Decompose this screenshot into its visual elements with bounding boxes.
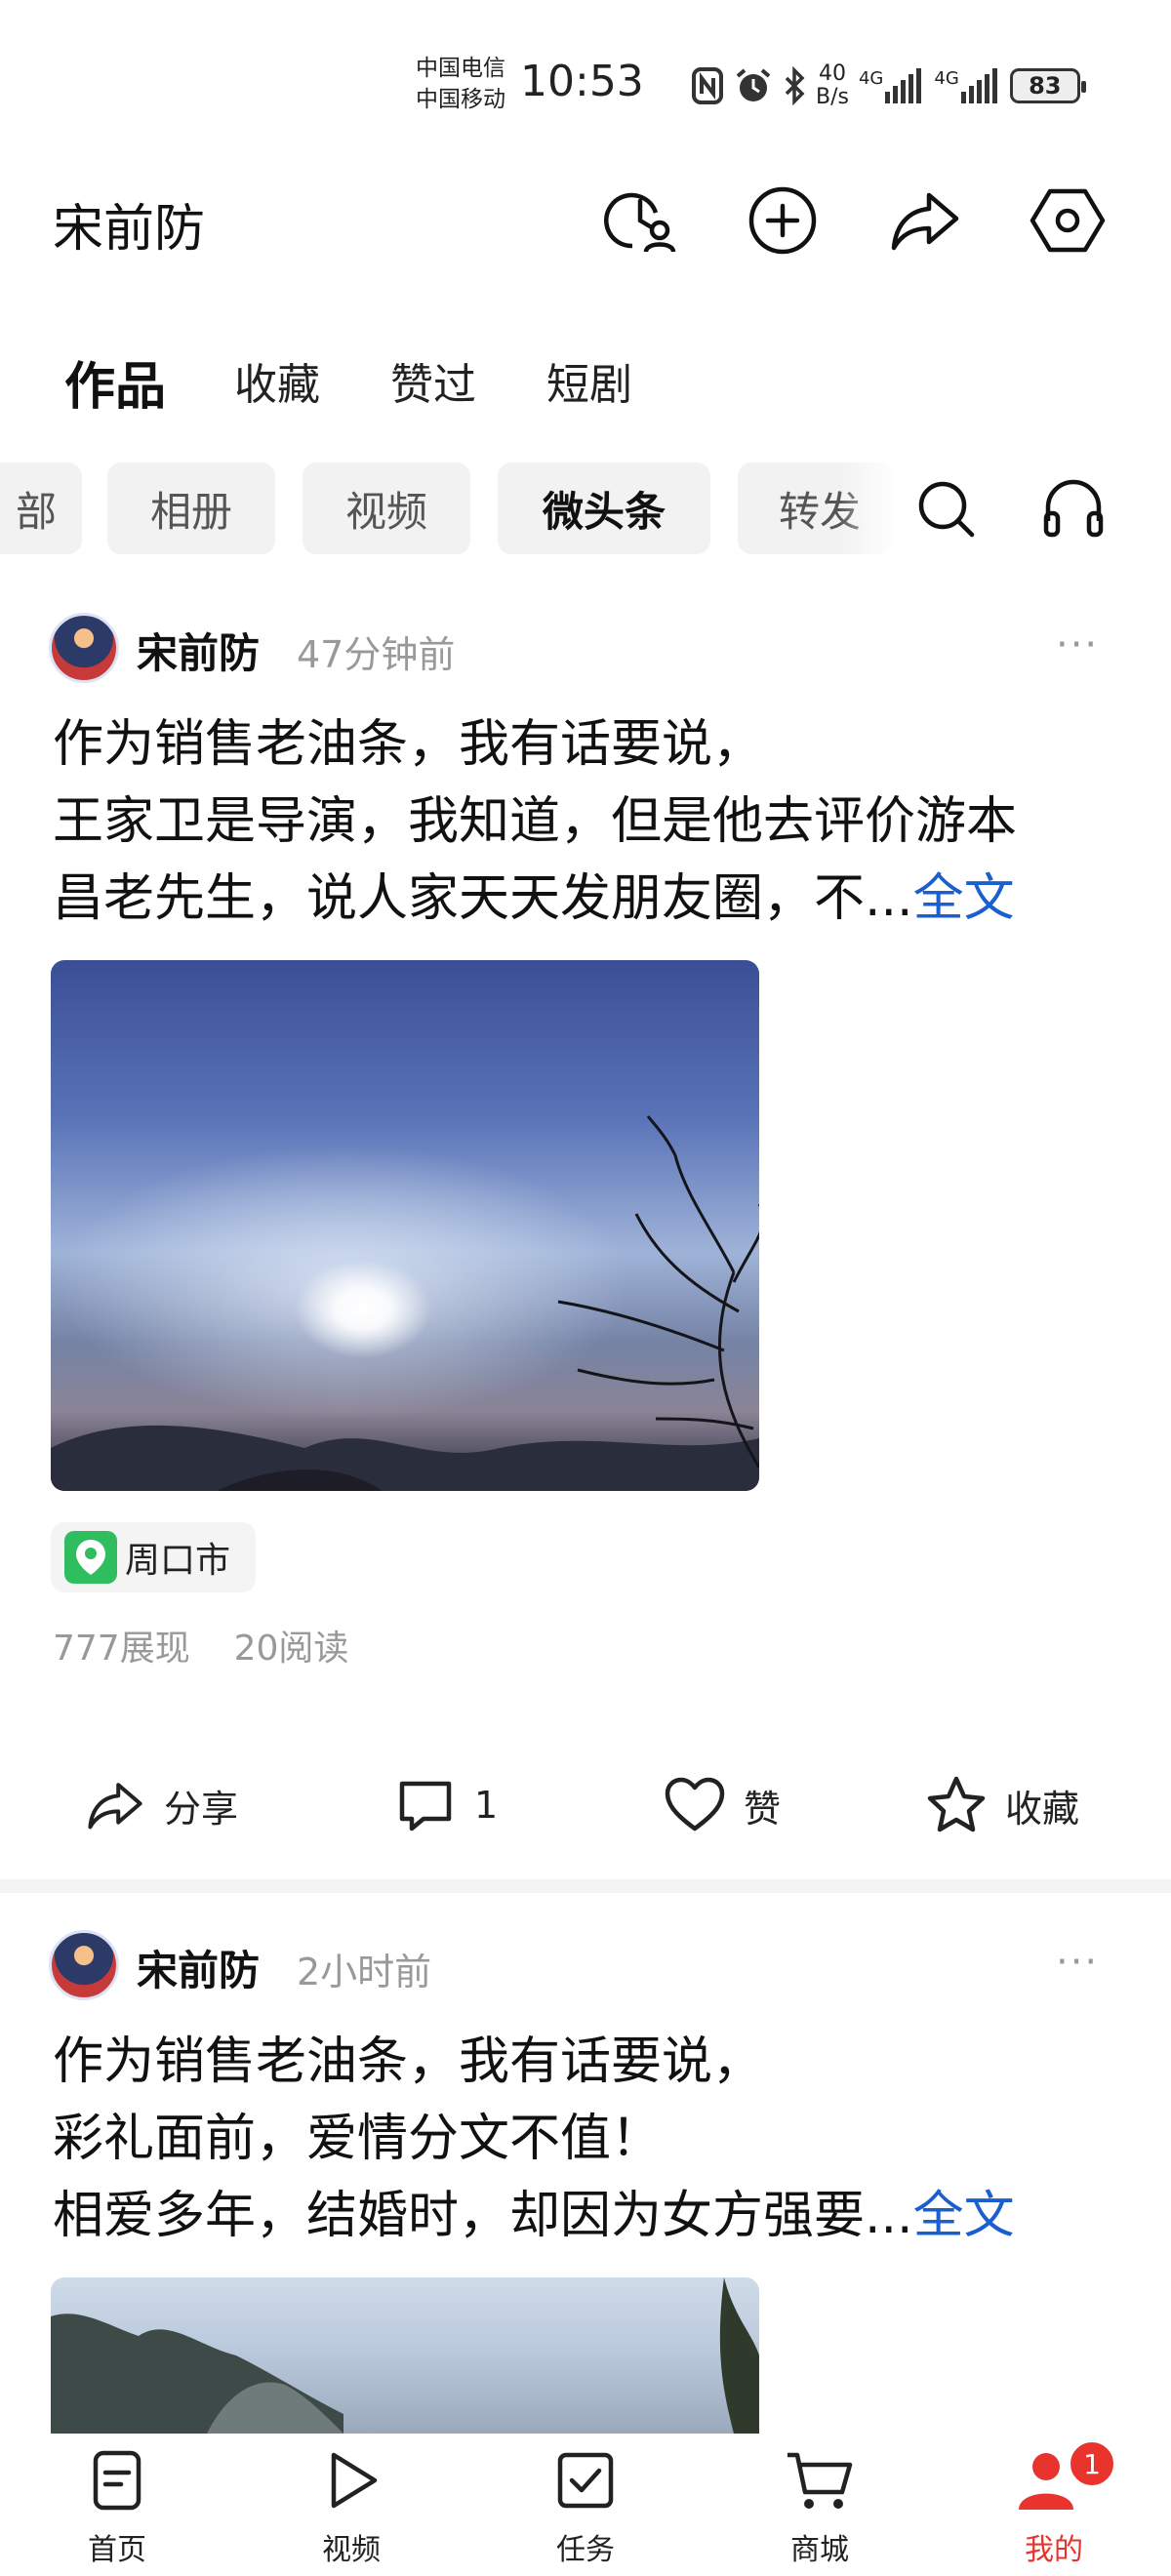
task-icon [557,2452,614,2509]
like-label: 赞 [744,1787,782,1831]
post-text[interactable]: 作为销售老油条，我有话要说， 王家卫是导演，我知道，但是他去评价游本 昌老先生，… [53,706,1126,938]
network-type-1: 4G [858,68,884,89]
carrier-1: 中国电信 [416,56,505,81]
star-icon [927,1776,986,1832]
post-divider [0,1879,1171,1893]
comment-count: 1 [474,1784,499,1827]
share-label: 分享 [164,1787,239,1831]
favorite-action[interactable]: 收藏 [925,1768,1079,1842]
reads-count: 20阅读 [233,1629,349,1669]
chip-micro-post[interactable]: 微头条 [498,463,710,554]
full-text-link[interactable]: 全文 [913,869,1015,928]
search-icon[interactable] [911,470,980,546]
chip-all[interactable]: 部 [0,463,82,554]
history-user-icon[interactable] [601,181,679,260]
notification-badge: 1 [1068,2439,1116,2488]
play-icon [331,2452,378,2509]
post-image[interactable] [51,960,759,1491]
battery-indicator: 83 [1009,68,1086,103]
post-author[interactable]: 宋前防 [137,621,260,680]
settings-icon[interactable] [1029,181,1107,260]
status-time: 10:53 [520,57,644,106]
status-icons: 40 B/s 4G 4G 83 [691,59,1086,113]
nav-task[interactable]: 任务 [517,2449,654,2568]
post-line-1: 作为销售老油条，我有话要说， [53,715,764,774]
location-name: 周口市 [125,1541,231,1581]
carrier-2: 中国移动 [416,87,505,112]
signal-bars-icon [960,68,997,103]
post-stats: 777展现 20阅读 [53,1620,348,1670]
carrier-labels: 中国电信 中国移动 [416,53,505,115]
share-action[interactable]: 分享 [84,1768,238,1842]
chip-album[interactable]: 相册 [107,463,275,554]
like-action[interactable]: 赞 [664,1768,781,1842]
nav-video[interactable]: 视频 [283,2449,420,2568]
chips-fade [839,459,898,560]
alarm-icon [736,68,771,101]
post-line-2: 王家卫是导演，我知道，但是他去评价游本 [53,792,1018,851]
signal-bars-icon [885,68,922,103]
share-icon[interactable] [886,181,964,260]
post-line-3: 昌老先生，说人家天天发朋友圈，不...全文 [53,861,1126,938]
network-type-2: 4G [934,68,959,89]
post-image[interactable] [51,2277,759,2434]
avatar[interactable] [49,613,119,683]
nfc-icon [692,67,723,104]
location-tag[interactable]: 周口市 [51,1522,257,1592]
nav-profile-label: 我的 [1025,2533,1083,2567]
heart-icon [665,1777,725,1831]
post-line-2: 彩礼面前，爱情分文不值！ [53,2110,663,2168]
signal-2: 4G [934,68,999,103]
post-line-1: 作为销售老油条，我有话要说， [53,2033,764,2091]
bluetooth-icon [785,66,805,105]
post-line-3: 相爱多年，结婚时，却因为女方强要...全文 [53,2178,1126,2255]
post-author[interactable]: 宋前防 [137,1938,260,1997]
comment-icon [399,1781,452,1831]
network-speed: 40 B/s [816,62,849,109]
tab-short-drama[interactable]: 短剧 [546,349,632,412]
more-options-icon[interactable]: ··· [1056,623,1099,667]
signal-1: 4G [859,68,924,103]
add-icon[interactable] [744,181,822,260]
favorite-label: 收藏 [1005,1787,1080,1831]
home-icon [93,2450,141,2511]
nav-mall-label: 商城 [790,2533,849,2567]
comment-action[interactable]: 1 [394,1768,498,1842]
location-pin-icon [64,1531,117,1584]
profile-title: 宋前防 [53,200,206,259]
post-time: 47分钟前 [297,633,456,676]
post-time: 2小时前 [297,1951,432,1993]
nav-task-label: 任务 [556,2533,615,2567]
views-count: 777展现 [53,1629,190,1669]
post-line-3-text: 相爱多年，结婚时，却因为女方强要... [53,2187,913,2245]
nav-home-label: 首页 [88,2533,146,2567]
post-text[interactable]: 作为销售老油条，我有话要说， 彩礼面前，爱情分文不值！ 相爱多年，结婚时，却因为… [53,2024,1126,2255]
post-line-3-text: 昌老先生，说人家天天发朋友圈，不... [53,869,913,928]
full-text-link[interactable]: 全文 [913,2187,1015,2245]
nav-video-label: 视频 [322,2533,381,2567]
speed-value: 40 [818,61,846,86]
headphones-icon[interactable] [1038,470,1109,546]
cart-icon [787,2452,853,2509]
avatar[interactable] [49,1930,119,2000]
nav-home[interactable]: 首页 [49,2449,185,2568]
tab-works[interactable]: 作品 [64,345,166,419]
share-icon [88,1783,142,1830]
speed-unit: B/s [816,85,849,109]
tab-liked[interactable]: 赞过 [390,349,476,412]
nav-mall[interactable]: 商城 [751,2449,888,2568]
chip-video[interactable]: 视频 [303,463,470,554]
more-options-icon[interactable]: ··· [1056,1940,1099,1985]
tab-favorites[interactable]: 收藏 [234,349,320,412]
